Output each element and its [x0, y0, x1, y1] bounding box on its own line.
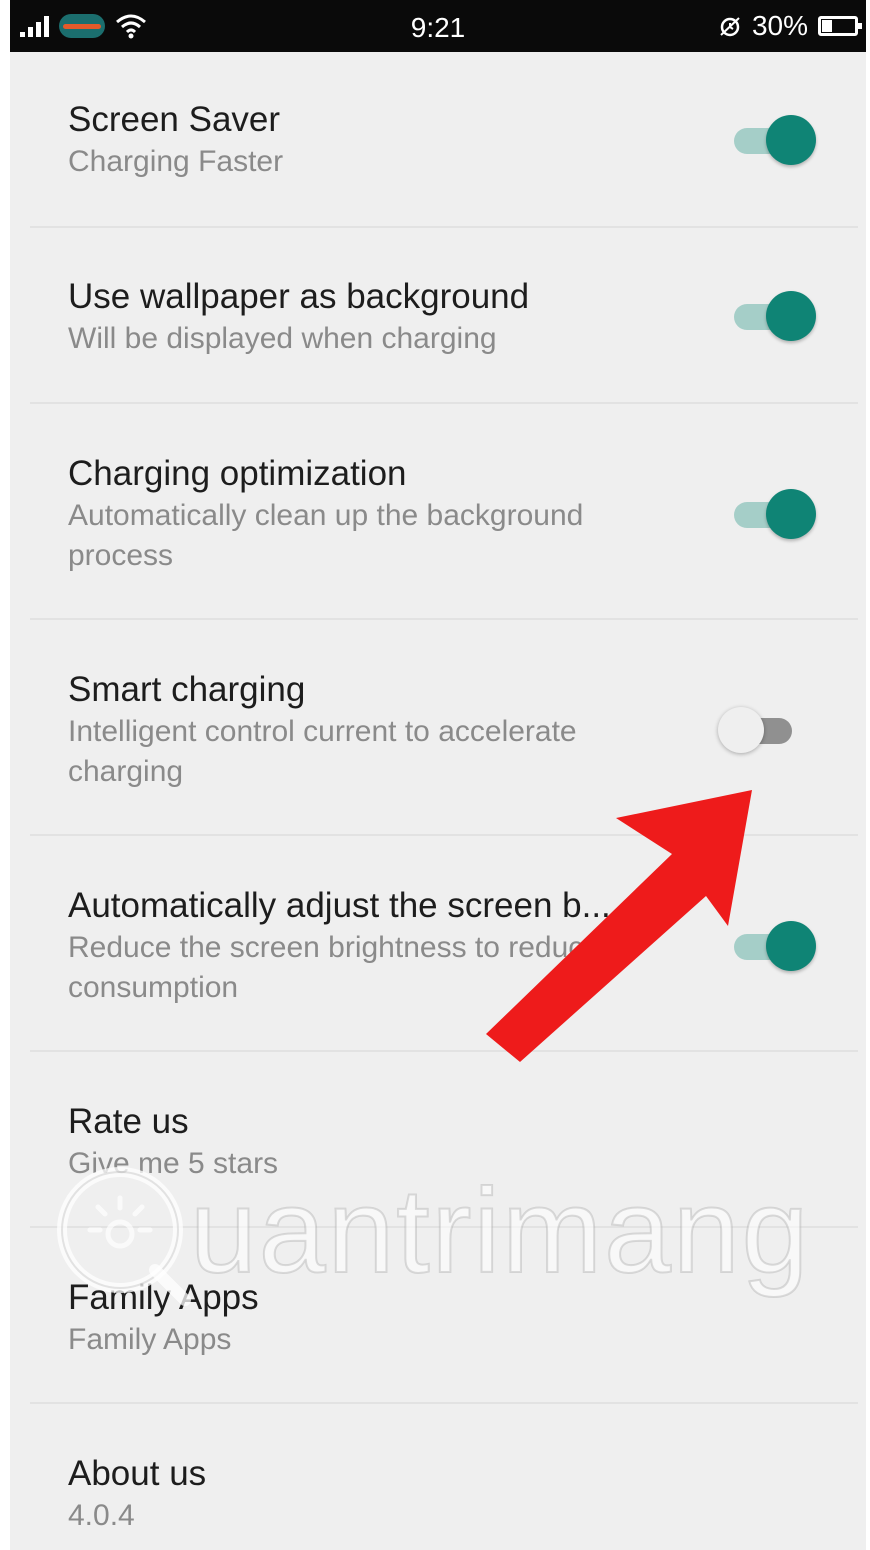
charging-optimization-toggle[interactable] [730, 489, 816, 539]
setting-subtitle: Automatically clean up the background pr… [68, 499, 584, 572]
setting-family-apps[interactable]: Family Apps Family Apps [10, 1228, 866, 1404]
wallpaper-toggle[interactable] [730, 291, 816, 341]
setting-wallpaper-background[interactable]: Use wallpaper as background Will be disp… [10, 228, 866, 404]
setting-title: Screen Saver [68, 100, 281, 139]
setting-title: Family Apps [68, 1278, 259, 1317]
settings-list: Screen Saver Charging Faster Use wallpap… [10, 52, 866, 1550]
setting-auto-brightness[interactable]: Automatically adjust the screen b... Red… [10, 836, 866, 1052]
battery-icon [818, 16, 862, 36]
setting-title: About us [68, 1454, 207, 1493]
setting-subtitle: Give me 5 stars [68, 1147, 279, 1180]
setting-subtitle: Family Apps [68, 1323, 232, 1356]
setting-about-us[interactable]: About us 4.0.4 [10, 1404, 866, 1550]
battery-percent: 30% [751, 10, 808, 41]
setting-subtitle: Charging Faster [68, 145, 284, 178]
setting-title: Charging optimization [68, 454, 407, 493]
setting-screen-saver[interactable]: Screen Saver Charging Faster [10, 52, 866, 228]
setting-subtitle: Intelligent control current to accelerat… [68, 715, 577, 788]
auto-brightness-toggle[interactable] [730, 921, 816, 971]
setting-title: Automatically adjust the screen b... [68, 886, 611, 925]
setting-title: Use wallpaper as background [68, 277, 530, 316]
setting-subtitle: 4.0.4 [68, 1499, 135, 1532]
setting-title: Smart charging [68, 670, 306, 709]
phone-screen: 9:21 30% Screen Saver Charging Faster Us… [10, 0, 866, 1550]
alarm-icon [720, 17, 740, 37]
screen-saver-toggle[interactable] [730, 115, 816, 165]
setting-charging-optimization[interactable]: Charging optimization Automatically clea… [10, 404, 866, 620]
setting-smart-charging[interactable]: Smart charging Intelligent control curre… [10, 620, 866, 836]
setting-subtitle: Reduce the screen brightness to reduce c… [68, 931, 600, 1004]
setting-subtitle: Will be displayed when charging [68, 322, 497, 355]
status-bar: 9:21 30% [10, 0, 866, 52]
smart-charging-toggle[interactable] [718, 705, 804, 755]
status-right: 30% [718, 10, 862, 42]
setting-rate-us[interactable]: Rate us Give me 5 stars [10, 1052, 866, 1228]
setting-title: Rate us [68, 1102, 189, 1141]
